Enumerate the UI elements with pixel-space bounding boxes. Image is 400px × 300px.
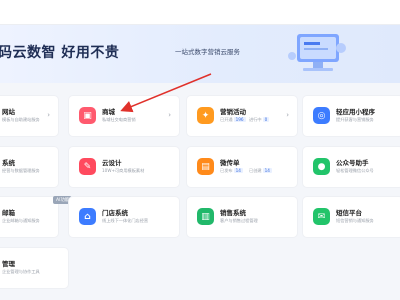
- annotation-arrow: [120, 73, 212, 113]
